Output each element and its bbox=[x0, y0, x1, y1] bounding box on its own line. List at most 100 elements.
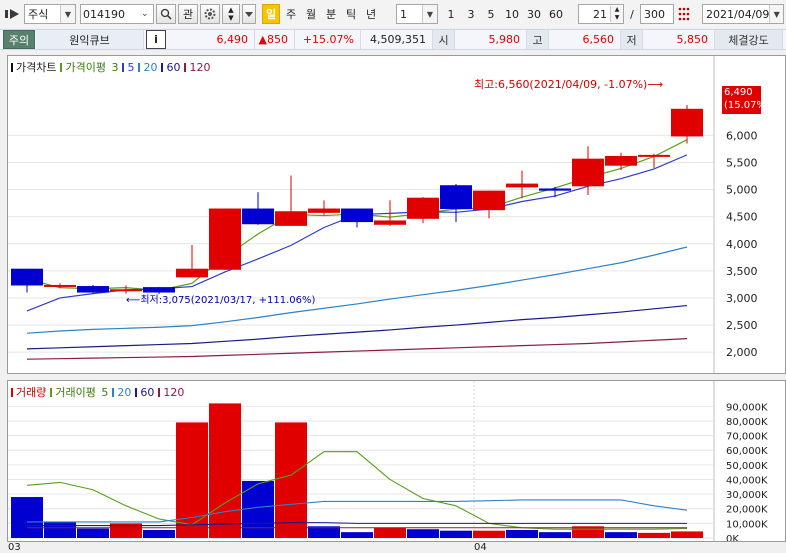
candle-body[interactable] bbox=[572, 158, 604, 187]
y-tick-label: 4,000 bbox=[726, 238, 758, 251]
volume-bar[interactable] bbox=[539, 532, 571, 538]
total-count-input[interactable]: 300 bbox=[640, 4, 674, 24]
info-button[interactable]: i bbox=[146, 30, 166, 49]
period-tab-0[interactable]: 일 bbox=[262, 4, 280, 24]
candle-body[interactable] bbox=[242, 208, 274, 225]
volume-bar[interactable] bbox=[209, 403, 241, 538]
price-chart-panel[interactable]: 6,000 5,500 5,000 4,500 4,000 3,500 3,000 2,500… bbox=[7, 55, 786, 374]
candle-body[interactable] bbox=[605, 155, 637, 166]
volume-bar[interactable] bbox=[242, 480, 274, 538]
caret-down-icon bbox=[245, 12, 253, 17]
stock-code-input[interactable]: 014190 ⌄ bbox=[80, 4, 154, 24]
candle-body[interactable] bbox=[374, 220, 406, 225]
low-label: 저 bbox=[621, 30, 643, 49]
legend-ma120: 120 bbox=[184, 61, 210, 74]
spin-icon[interactable]: ▲ ▼ bbox=[610, 6, 623, 22]
quick-interval-label: 10 bbox=[505, 7, 519, 21]
volume-bar[interactable] bbox=[11, 497, 43, 538]
candle-body[interactable] bbox=[176, 268, 208, 278]
volume-bar[interactable] bbox=[473, 530, 505, 538]
candle-body[interactable] bbox=[638, 154, 670, 157]
y-tick-label: 4,500 bbox=[726, 211, 758, 224]
price-legend: 가격차트 가격이평 3 5 20 60 120 bbox=[11, 59, 210, 75]
volume-bar[interactable] bbox=[176, 422, 208, 538]
volume-bar[interactable] bbox=[440, 530, 472, 538]
quick-interval-0[interactable]: 1 bbox=[442, 4, 460, 24]
high-label-text: 고 bbox=[532, 33, 543, 47]
volume-chart-svg: 90,000K 80,000K 70,000K 60,000K 50,000K 40,00… bbox=[8, 381, 768, 541]
y-tick-label: 5,000 bbox=[726, 184, 758, 197]
volume-bar[interactable] bbox=[407, 529, 439, 538]
volume-bar[interactable] bbox=[638, 532, 670, 538]
gwan-label: 관 bbox=[182, 8, 194, 21]
settings-button[interactable] bbox=[200, 4, 220, 24]
strength-button[interactable]: 체결강도 bbox=[715, 30, 783, 49]
volume-chart-panel[interactable]: 90,000K 80,000K 70,000K 60,000K 50,000K 40,00… bbox=[7, 380, 786, 542]
gwan-button[interactable]: 관 bbox=[178, 4, 198, 24]
legend-price: 가격차트 bbox=[11, 59, 56, 75]
refresh-button[interactable] bbox=[677, 6, 691, 22]
period-tab-2[interactable]: 월 bbox=[302, 4, 320, 24]
quick-interval-2[interactable]: 5 bbox=[482, 4, 500, 24]
candle-body[interactable] bbox=[341, 208, 373, 223]
bar-count-spinner[interactable]: 21 ▲ ▼ bbox=[578, 4, 624, 24]
candle-body[interactable] bbox=[473, 190, 505, 211]
candle-body[interactable] bbox=[11, 268, 43, 286]
volume-legend: 거래량 거래이평 5 20 60 120 bbox=[11, 384, 184, 400]
volume-bar[interactable] bbox=[341, 532, 373, 538]
date-select[interactable]: 2021/04/09 ▼ bbox=[702, 4, 784, 24]
legend-ma20-label: 20 bbox=[143, 60, 158, 74]
candle-body[interactable] bbox=[671, 108, 703, 137]
high-label: 고 bbox=[527, 30, 549, 49]
quick-interval-3[interactable]: 10 bbox=[502, 4, 522, 24]
quick-interval-label: 60 bbox=[549, 7, 563, 21]
current-price-value: 6,490 bbox=[216, 33, 249, 46]
change-percent-value: +15.07% bbox=[302, 33, 354, 46]
candle-body[interactable] bbox=[440, 185, 472, 210]
period-tab-4[interactable]: 틱 bbox=[342, 4, 360, 24]
candle-body[interactable] bbox=[407, 197, 439, 219]
market-select[interactable]: 주식 ▼ bbox=[24, 4, 76, 24]
period-tab-3[interactable]: 분 bbox=[322, 4, 340, 24]
total-count-value: 300 bbox=[644, 7, 665, 21]
toolbar-icon[interactable] bbox=[5, 7, 21, 21]
volume-bar[interactable] bbox=[506, 529, 538, 538]
last-price-value: 6,490 bbox=[724, 87, 753, 98]
spin-updown-button[interactable]: ▲ ▼ bbox=[222, 4, 240, 24]
quick-interval-4[interactable]: 30 bbox=[524, 4, 544, 24]
quick-interval-label: 3 bbox=[467, 7, 475, 21]
quick-interval-label: 1 bbox=[447, 7, 455, 21]
candle-body[interactable] bbox=[209, 208, 241, 270]
low-price-value: 5,850 bbox=[676, 33, 709, 46]
quick-interval-5[interactable]: 60 bbox=[546, 4, 566, 24]
volume-bar[interactable] bbox=[44, 521, 76, 538]
candle-body[interactable] bbox=[539, 188, 571, 191]
period-tab-label: 월 bbox=[305, 8, 317, 21]
period-tab-1[interactable]: 주 bbox=[282, 4, 300, 24]
candle-body[interactable] bbox=[77, 286, 109, 293]
interval-select[interactable]: 1 ▼ bbox=[396, 4, 438, 24]
quick-interval-1[interactable]: 3 bbox=[462, 4, 480, 24]
high-annotation: 최고:6,560(2021/04/09, -1.07%)⟶ bbox=[474, 78, 664, 91]
period-tab-5[interactable]: 년 bbox=[362, 4, 380, 24]
change-percent: +15.07% bbox=[295, 30, 361, 49]
search-button[interactable] bbox=[156, 4, 176, 24]
y-tick-label: 40,000K bbox=[726, 475, 768, 486]
trade-volume-value: 4,509,351 bbox=[370, 33, 426, 46]
candle-body[interactable] bbox=[308, 208, 340, 213]
volume-bar[interactable] bbox=[143, 529, 175, 538]
stock-name[interactable]: 원익큐브 bbox=[36, 30, 144, 49]
volume-bar[interactable] bbox=[374, 527, 406, 538]
slash-label: / bbox=[630, 7, 634, 21]
interval-value: 1 bbox=[400, 7, 407, 21]
volume-bar[interactable] bbox=[77, 528, 109, 538]
volume-bar[interactable] bbox=[605, 532, 637, 538]
candle-body[interactable] bbox=[506, 183, 538, 188]
candle-body[interactable] bbox=[275, 211, 307, 226]
more-button[interactable] bbox=[242, 4, 256, 24]
volume-bar[interactable] bbox=[275, 422, 307, 538]
candle-body[interactable] bbox=[44, 284, 76, 287]
volume-bar[interactable] bbox=[671, 531, 703, 538]
date-value: 2021/04/09 bbox=[706, 7, 770, 21]
legend-vma5-label: 5 bbox=[101, 385, 109, 399]
